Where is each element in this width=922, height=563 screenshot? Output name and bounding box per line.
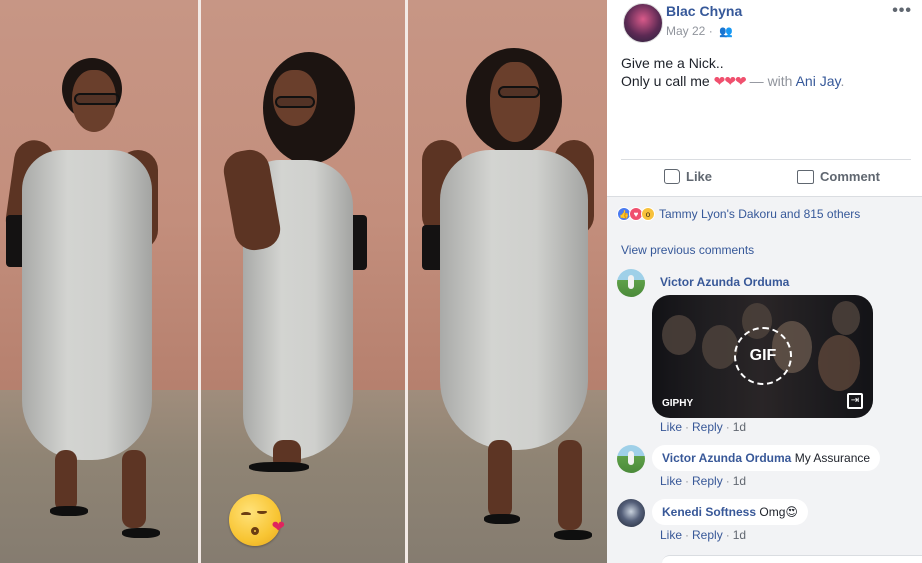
commenter-name[interactable]: Victor Azunda Orduma bbox=[662, 451, 791, 465]
comment-reply-link[interactable]: Reply bbox=[692, 528, 723, 542]
reactions-summary[interactable]: 👍 ♥ o Tammy Lyon's Dakoru and 815 others bbox=[617, 207, 860, 221]
photo-panel-3 bbox=[408, 0, 607, 563]
kiss-emoji-sticker: ❤ bbox=[229, 494, 285, 546]
comment-like-link[interactable]: Like bbox=[660, 474, 682, 488]
comments-section: 👍 ♥ o Tammy Lyon's Dakoru and 815 others… bbox=[607, 196, 922, 563]
comment-time[interactable]: 1d bbox=[733, 420, 746, 434]
comment-actions: Like · Reply · 1d bbox=[660, 528, 747, 542]
commenter-avatar[interactable] bbox=[617, 269, 645, 297]
commenter-avatar[interactable] bbox=[617, 445, 645, 473]
comment-bubble-icon bbox=[797, 169, 814, 184]
post-text-line-2: Only u call me ❤❤❤ — with Ani Jay. bbox=[621, 73, 845, 89]
commenter-name[interactable]: Victor Azunda Orduma bbox=[660, 275, 789, 289]
post-text: Give me a Nick.. Only u call me ❤❤❤ — wi… bbox=[621, 54, 911, 90]
comment-reply-link[interactable]: Reply bbox=[692, 474, 723, 488]
comment-label: Comment bbox=[820, 169, 880, 184]
hearts-emoji: ❤❤❤ bbox=[713, 73, 747, 89]
comment-text: Omg😍 bbox=[759, 505, 798, 519]
commenter-avatar[interactable] bbox=[617, 499, 645, 527]
comment-like-link[interactable]: Like bbox=[660, 528, 682, 542]
comment-text: My Assurance bbox=[794, 451, 871, 465]
write-comment-box[interactable] bbox=[662, 555, 922, 563]
comment-time[interactable]: 1d bbox=[733, 528, 746, 542]
photo-panel-1 bbox=[0, 0, 198, 563]
post-text-line-1: Give me a Nick.. bbox=[621, 55, 724, 71]
gif-attachment[interactable]: GIF GIPHY ⇥ bbox=[652, 295, 873, 418]
person-figure-1 bbox=[0, 0, 198, 563]
comment-button[interactable]: Comment bbox=[797, 169, 880, 184]
open-external-icon[interactable]: ⇥ bbox=[847, 393, 863, 409]
gif-play-badge[interactable]: GIF bbox=[734, 327, 792, 385]
comment-reply-link[interactable]: Reply bbox=[692, 420, 723, 434]
photo-panel-2 bbox=[201, 0, 405, 563]
reactions-text[interactable]: Tammy Lyon's Dakoru and 815 others bbox=[659, 207, 860, 221]
comment-time[interactable]: 1d bbox=[733, 474, 746, 488]
like-button[interactable]: Like bbox=[664, 169, 712, 184]
comment-like-link[interactable]: Like bbox=[660, 420, 682, 434]
comment-actions: Like · Reply · 1d bbox=[660, 420, 747, 434]
person-figure-2 bbox=[201, 0, 405, 563]
comment-bubble: Victor Azunda Orduma My Assurance bbox=[652, 445, 881, 471]
post-date[interactable]: May 22 bbox=[666, 24, 705, 38]
comment-bubble: Kenedi Softness Omg😍 bbox=[652, 499, 808, 525]
tagged-person-link[interactable]: Ani Jay bbox=[796, 73, 841, 89]
post-photo[interactable]: ❤ bbox=[0, 0, 607, 563]
post-meta: May 22 · 👥 bbox=[666, 24, 733, 38]
post-panel: Blac Chyna May 22 · 👥 ••• Give me a Nick… bbox=[607, 0, 922, 563]
wow-reaction-icon: o bbox=[641, 207, 655, 221]
view-previous-comments-link[interactable]: View previous comments bbox=[621, 243, 754, 257]
post-actions-bar: Like Comment bbox=[621, 159, 911, 194]
author-name[interactable]: Blac Chyna bbox=[666, 3, 742, 19]
thumbs-up-icon bbox=[664, 169, 680, 184]
friends-icon[interactable]: 👥 bbox=[719, 25, 733, 38]
author-avatar[interactable] bbox=[623, 3, 663, 43]
commenter-name[interactable]: Kenedi Softness bbox=[662, 505, 756, 519]
with-label: — with bbox=[745, 73, 796, 89]
like-label: Like bbox=[686, 169, 713, 184]
person-figure-3 bbox=[408, 0, 607, 563]
comment-actions: Like · Reply · 1d bbox=[660, 474, 747, 488]
giphy-label: GIPHY bbox=[662, 398, 694, 409]
more-options-icon[interactable]: ••• bbox=[892, 2, 912, 20]
